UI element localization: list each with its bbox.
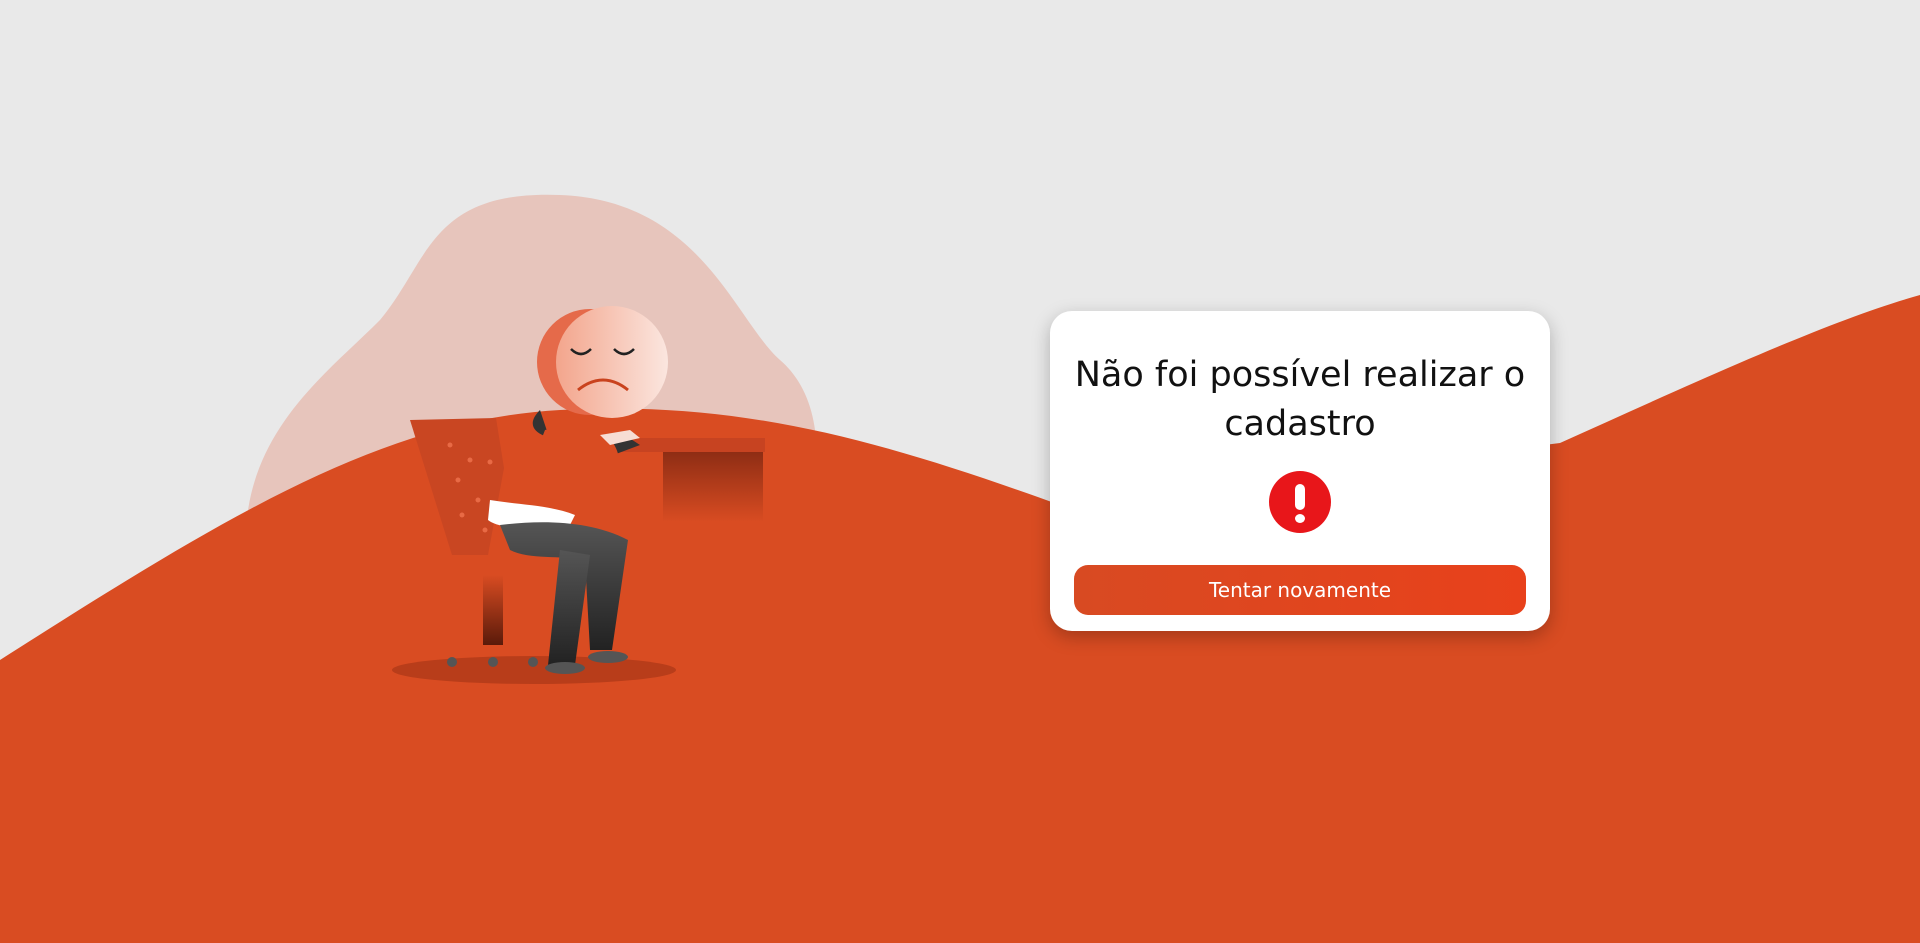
exclamation-bar <box>1295 484 1305 510</box>
orange-hill <box>0 295 1920 943</box>
retry-button[interactable]: Tentar novamente <box>1074 565 1526 615</box>
error-dialog: Não foi possível realizar o cadastro Ten… <box>1050 311 1550 631</box>
background-scene <box>0 194 1920 943</box>
exclamation-dot <box>1295 514 1305 523</box>
exclamation-circle-icon <box>1269 471 1331 533</box>
error-title: Não foi possível realizar o cadastro <box>1074 355 1526 444</box>
sad-face-icon <box>537 306 668 418</box>
